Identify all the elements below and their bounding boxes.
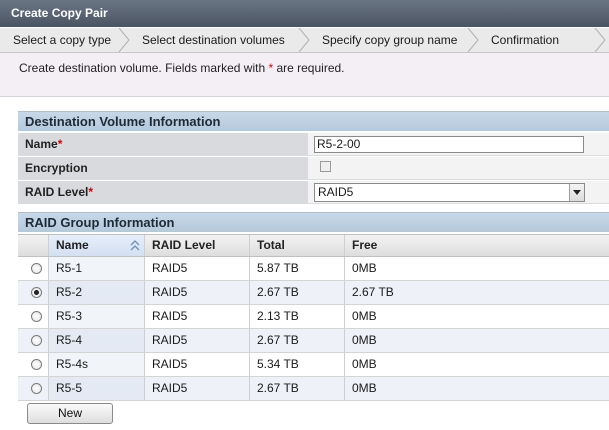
chevron-down-icon [573, 190, 581, 195]
cell-raid-level: RAID5 [145, 305, 250, 328]
sort-asc-icon [130, 240, 140, 251]
required-marker: * [57, 137, 63, 151]
cell-total: 2.67 TB [250, 377, 345, 400]
raid-level-select[interactable]: RAID5 [314, 183, 585, 202]
wizard-step-copy-type[interactable]: Select a copy type [13, 28, 111, 52]
raid-level-label: RAID Level* [18, 181, 308, 203]
raid-level-value-cell: RAID5 [308, 181, 609, 203]
cell-raid-level: RAID5 [145, 353, 250, 376]
cell-total: 5.34 TB [250, 353, 345, 376]
raid-level-selected-value: RAID5 [318, 185, 354, 199]
wizard-step-destination-volumes[interactable]: Select destination volumes [142, 28, 285, 52]
cell-total: 2.13 TB [250, 305, 345, 328]
table-row[interactable]: R5-5 RAID5 2.67 TB 0MB [18, 377, 609, 401]
cell-free: 0MB [352, 357, 377, 371]
cell-raid-level: RAID5 [145, 281, 250, 304]
cell-total: 5.87 TB [250, 257, 345, 280]
select-cell [18, 329, 49, 352]
window-title: Create Copy Pair [0, 0, 609, 27]
cell-name: R5-3 [49, 305, 145, 328]
name-value-cell: R5-2-00 [308, 133, 609, 155]
name-label: Name* [18, 133, 308, 155]
cell-raid-level: RAID5 [145, 257, 250, 280]
table-row[interactable]: R5-3 RAID5 2.13 TB 0MB [18, 305, 609, 329]
cell-free: 0MB [352, 381, 377, 395]
name-input[interactable]: R5-2-00 [314, 136, 584, 153]
table-row[interactable]: R5-1 RAID5 5.87 TB 0MB [18, 257, 609, 281]
cell-name: R5-5 [49, 377, 145, 400]
raid-group-header: RAID Group Information [18, 212, 609, 232]
info-text-start: Create destination volume. Fields marked… [19, 61, 269, 75]
column-header-name[interactable]: Name [49, 235, 145, 256]
row-radio[interactable] [31, 383, 42, 394]
cell-raid-level: RAID5 [145, 377, 250, 400]
chevron-right-icon [594, 28, 606, 52]
table-row[interactable]: R5-4 RAID5 2.67 TB 0MB [18, 329, 609, 353]
select-cell [18, 281, 49, 304]
row-radio[interactable] [31, 263, 42, 274]
name-row: Name* R5-2-00 [18, 133, 609, 156]
destination-volume-header: Destination Volume Information [18, 111, 609, 131]
wizard-steps: Select a copy type Select destination vo… [0, 28, 609, 53]
select-cell [18, 257, 49, 280]
row-radio[interactable] [31, 359, 42, 370]
select-column-header [18, 235, 49, 256]
select-cell [18, 353, 49, 376]
chevron-right-icon [467, 28, 479, 52]
dropdown-button[interactable] [569, 184, 584, 201]
new-button[interactable]: New [27, 403, 113, 424]
cell-total: 2.67 TB [250, 329, 345, 352]
name-label-text: Name [25, 137, 58, 151]
select-cell [18, 305, 49, 328]
select-cell [18, 377, 49, 400]
cell-name: R5-2 [49, 281, 145, 304]
cell-name: R5-4s [49, 353, 145, 376]
column-header-name-label: Name [56, 238, 89, 252]
row-radio[interactable] [31, 287, 42, 298]
cell-free: 0MB [352, 309, 377, 323]
raid-level-row: RAID Level* RAID5 [18, 181, 609, 204]
row-radio[interactable] [31, 311, 42, 322]
raid-level-label-text: RAID Level [25, 185, 89, 199]
cell-free: 0MB [352, 261, 377, 275]
table-row[interactable]: R5-4s RAID5 5.34 TB 0MB [18, 353, 609, 377]
info-text-end: are required. [273, 61, 345, 75]
cell-free: 2.67 TB [352, 285, 394, 299]
column-header-total[interactable]: Total [250, 235, 345, 256]
encryption-value-cell [308, 157, 609, 179]
info-text: Create destination volume. Fields marked… [19, 61, 345, 75]
table-header: Name RAID Level Total Free [18, 234, 609, 257]
row-radio[interactable] [31, 335, 42, 346]
encryption-label: Encryption [18, 157, 308, 179]
cell-free: 0MB [352, 333, 377, 347]
column-header-raid-level[interactable]: RAID Level [145, 235, 250, 256]
required-marker: * [88, 185, 94, 199]
encryption-checkbox[interactable] [320, 161, 331, 172]
info-band: Create destination volume. Fields marked… [0, 53, 609, 97]
cell-total: 2.67 TB [250, 281, 345, 304]
wizard-step-copy-group-name[interactable]: Specify copy group name [322, 28, 457, 52]
encryption-row: Encryption [18, 157, 609, 180]
column-header-free[interactable]: Free [345, 235, 609, 256]
cell-name: R5-4 [49, 329, 145, 352]
chevron-right-icon [298, 28, 310, 52]
cell-name: R5-1 [49, 257, 145, 280]
chevron-right-icon [118, 28, 130, 52]
wizard-step-confirmation[interactable]: Confirmation [491, 28, 559, 52]
cell-raid-level: RAID5 [145, 329, 250, 352]
table-row[interactable]: R5-2 RAID5 2.67 TB 2.67 TB [18, 281, 609, 305]
